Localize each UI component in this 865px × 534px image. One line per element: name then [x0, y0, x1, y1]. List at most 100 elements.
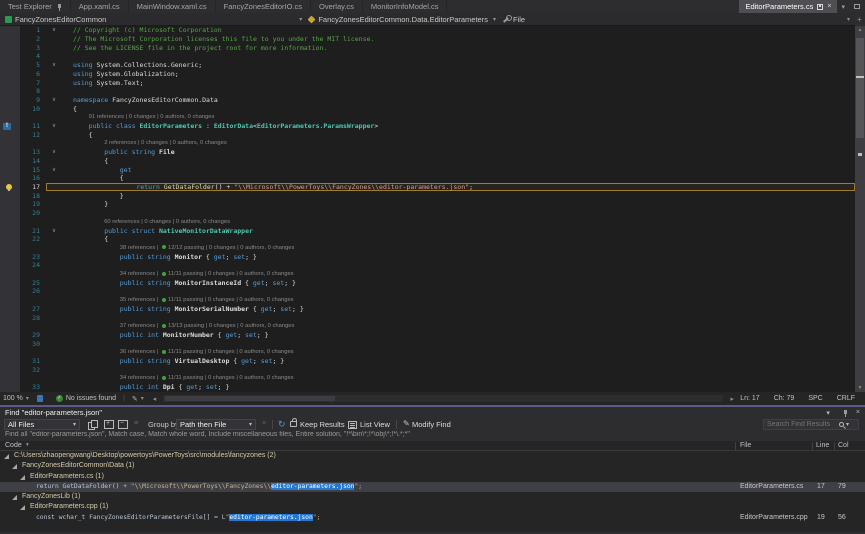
- fold-collapse-icon[interactable]: ∨: [46, 62, 62, 68]
- find-panel-title-bar[interactable]: Find "editor-parameters.json" ▾ ×: [0, 407, 865, 418]
- editor-horizontal-scrollbar[interactable]: [163, 395, 723, 402]
- zoom-control[interactable]: 100 % ▾: [0, 395, 35, 402]
- tab-overlay-cs[interactable]: Overlay.cs: [311, 0, 363, 13]
- scope-dropdown[interactable]: All Files ▾: [4, 419, 80, 430]
- code-line[interactable]: 21∨public struct NativeMonitorDataWrappe…: [0, 226, 855, 235]
- tab-editorparameters[interactable]: EditorParameters.cs ×: [739, 0, 837, 13]
- code-line[interactable]: 31public string VirtualDesktop { get; se…: [0, 357, 855, 366]
- scroll-left-arrow-icon[interactable]: ◂: [150, 395, 160, 403]
- scrollbar-thumb[interactable]: [856, 38, 864, 138]
- close-tab-icon[interactable]: ×: [827, 3, 831, 10]
- fold-collapse-icon[interactable]: ∨: [46, 167, 62, 173]
- expanded-triangle-icon[interactable]: [12, 495, 17, 500]
- expand-all-icon[interactable]: [104, 420, 114, 429]
- fold-collapse-icon[interactable]: ∨: [46, 97, 62, 103]
- tab-monitorinfomodel-cs[interactable]: MonitorInfoModel.cs: [363, 0, 448, 13]
- codelens-row[interactable]: 2 references | 0 changes | 0 authors, 0 …: [0, 139, 855, 148]
- column-col[interactable]: Col: [838, 442, 849, 449]
- code-line[interactable]: 13∨public string File: [0, 148, 855, 157]
- code-line[interactable]: 18}: [0, 191, 855, 200]
- chevron-down-icon[interactable]: ▾: [846, 421, 849, 428]
- close-panel-icon[interactable]: ×: [856, 409, 860, 416]
- pin-icon[interactable]: [842, 410, 848, 416]
- scrollbar-thumb[interactable]: [165, 396, 335, 401]
- code-line[interactable]: !11∨public class EditorParameters : Edit…: [0, 122, 855, 131]
- tab-app-xaml-cs[interactable]: App.xaml.cs: [71, 0, 129, 13]
- track-changes-icon[interactable]: !: [3, 123, 11, 130]
- window-list-icon[interactable]: [854, 4, 860, 9]
- issues-indicator[interactable]: ✓ No issues found: [53, 395, 119, 402]
- spaces-indicator[interactable]: SPC: [808, 395, 822, 402]
- chevron-down-icon[interactable]: ▾: [844, 16, 853, 23]
- code-line[interactable]: 26: [0, 287, 855, 296]
- chevron-down-icon[interactable]: ▾: [296, 16, 305, 23]
- refresh-icon[interactable]: ↻: [278, 419, 286, 430]
- code-line[interactable]: 15∨get: [0, 165, 855, 174]
- line-ending-indicator[interactable]: CRLF: [837, 395, 855, 402]
- codelens-row[interactable]: 60 references | 0 changes | 0 authors, 0…: [0, 217, 855, 226]
- code-line[interactable]: 8: [0, 87, 855, 96]
- codelens-row[interactable]: 34 references | 11/11 passing | 0 change…: [0, 374, 855, 383]
- result-group-row[interactable]: FancyZonesEditorCommon\Data (1): [0, 461, 865, 471]
- column-divider[interactable]: [812, 442, 813, 450]
- tab-fancyzoneseditorio-cs[interactable]: FancyZonesEditorIO.cs: [216, 0, 311, 13]
- list-view-button[interactable]: List View: [360, 420, 390, 429]
- code-line[interactable]: 33public int Dpi { get; set; }: [0, 383, 855, 392]
- chevron-down-icon[interactable]: ▾: [837, 0, 849, 13]
- code-line[interactable]: 6using System.Globalization;: [0, 70, 855, 79]
- code-cleanup-button[interactable]: ✎ ▾: [129, 395, 150, 403]
- code-line[interactable]: 30: [0, 339, 855, 348]
- document-health-icon[interactable]: [37, 395, 43, 402]
- search-icon[interactable]: [839, 422, 844, 427]
- code-line[interactable]: 12{: [0, 130, 855, 139]
- code-line[interactable]: 7using System.Text;: [0, 78, 855, 87]
- code-line[interactable]: 27public string MonitorSerialNumber { ge…: [0, 305, 855, 314]
- code-line[interactable]: 2// The Microsoft Corporation licenses t…: [0, 35, 855, 44]
- result-group-row[interactable]: EditorParameters.cpp (1): [0, 502, 865, 512]
- fold-collapse-icon[interactable]: ∨: [46, 228, 62, 234]
- column-code[interactable]: Code: [5, 442, 22, 449]
- result-match-row[interactable]: const wchar_t FancyZonesEditorParameters…: [0, 513, 865, 523]
- clear-filter-icon[interactable]: ≡: [134, 420, 138, 427]
- code-line[interactable]: 3// See the LICENSE file in the project …: [0, 43, 855, 52]
- code-line[interactable]: 9∨namespace FancyZonesEditorCommon.Data: [0, 96, 855, 105]
- split-editor-handle[interactable]: +: [855, 14, 864, 25]
- result-group-row[interactable]: C:\Users\zhaopengwang\Desktop\powertoys\…: [0, 451, 865, 461]
- code-line[interactable]: 17return GetDataFolder() + "\\Microsoft\…: [0, 183, 855, 192]
- fold-collapse-icon[interactable]: ∨: [46, 123, 62, 129]
- result-match-row[interactable]: return GetDataFolder() + "\\Microsoft\\P…: [0, 482, 865, 492]
- code-line[interactable]: 10{: [0, 104, 855, 113]
- result-group-row[interactable]: EditorParameters.cs (1): [0, 472, 865, 482]
- result-group-row[interactable]: FancyZonesLib (1): [0, 492, 865, 502]
- chevron-down-icon[interactable]: ▾: [26, 442, 29, 448]
- code-line[interactable]: 25public string MonitorInstanceId { get;…: [0, 278, 855, 287]
- lightbulb-icon[interactable]: [6, 184, 12, 190]
- column-divider[interactable]: [834, 442, 835, 450]
- stop-search-icon[interactable]: ×: [262, 420, 266, 427]
- fold-collapse-icon[interactable]: ∨: [46, 149, 62, 155]
- codelens-row[interactable]: 91 references | 0 changes | 0 authors, 0…: [0, 113, 855, 122]
- expanded-triangle-icon[interactable]: [12, 464, 17, 469]
- group-by-dropdown[interactable]: Path then File ▾: [176, 419, 256, 430]
- scroll-down-arrow-icon[interactable]: ▼: [855, 384, 865, 392]
- code-line[interactable]: 24: [0, 261, 855, 270]
- breadcrumb-project-dropdown[interactable]: FancyZonesEditorCommon: [0, 13, 106, 26]
- save-icon[interactable]: [817, 4, 823, 10]
- code-line[interactable]: 4: [0, 52, 855, 61]
- code-line[interactable]: 29public int MonitorNumber { get; set; }: [0, 331, 855, 340]
- search-find-results-box[interactable]: ▾: [763, 419, 859, 430]
- code-line[interactable]: 28: [0, 313, 855, 322]
- tab-mainwindow-xaml-cs[interactable]: MainWindow.xaml.cs: [129, 0, 216, 13]
- expanded-triangle-icon[interactable]: [4, 454, 9, 459]
- modify-find-button[interactable]: Modify Find: [412, 420, 451, 429]
- column-divider[interactable]: [735, 442, 736, 450]
- scroll-up-arrow-icon[interactable]: ▲: [855, 26, 865, 34]
- pin-icon[interactable]: [56, 4, 62, 10]
- column-line[interactable]: Line: [816, 442, 829, 449]
- codelens-row[interactable]: 37 references | 13/13 passing | 0 change…: [0, 322, 855, 331]
- scroll-right-arrow-icon[interactable]: ▸: [727, 395, 737, 403]
- code-line[interactable]: 20: [0, 209, 855, 218]
- column-indicator[interactable]: Ch: 79: [774, 395, 795, 402]
- codelens-row[interactable]: 38 references | 12/12 passing | 0 change…: [0, 244, 855, 253]
- codelens-row[interactable]: 35 references | 11/11 passing | 0 change…: [0, 296, 855, 305]
